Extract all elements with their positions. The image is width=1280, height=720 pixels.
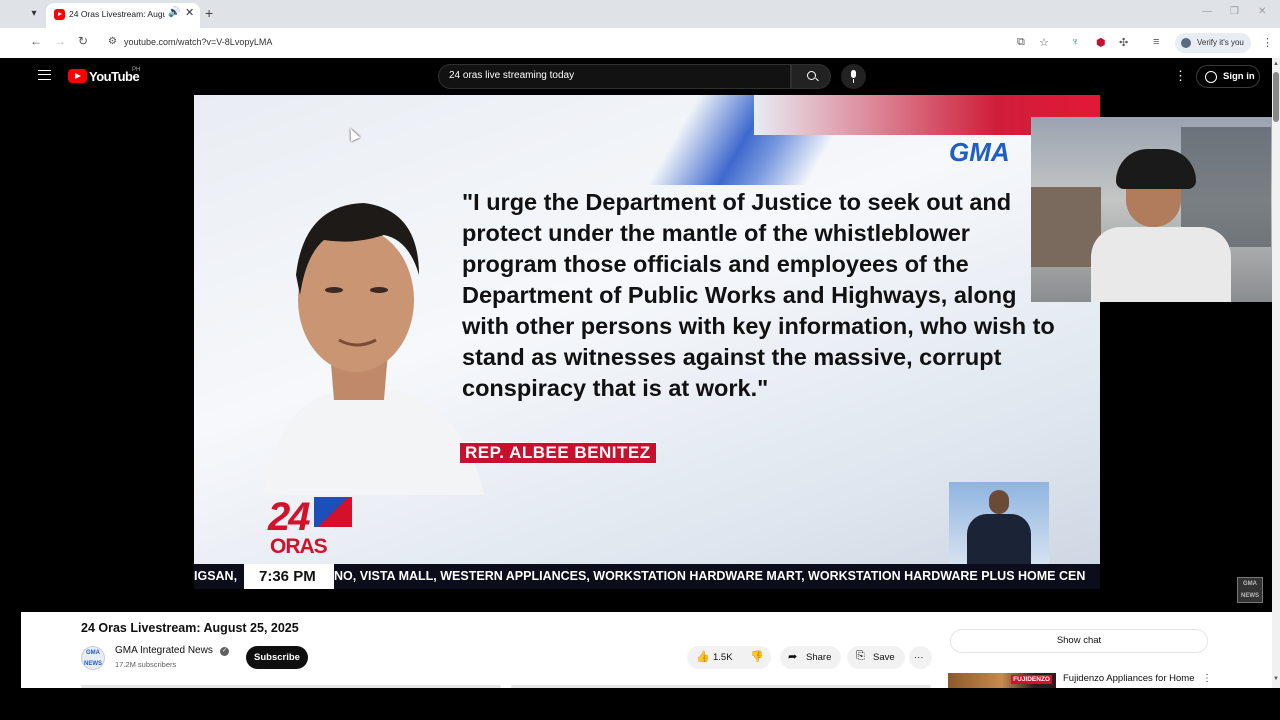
- logo-word: ORAS: [270, 535, 328, 558]
- youtube-favicon-icon: [54, 9, 65, 20]
- save-label: Save: [873, 652, 895, 663]
- news-ticker: IGSAN, 7:36 PM NO, VISTA MALL, WESTERN A…: [194, 564, 1100, 589]
- ticker-time-box: 7:36 PM: [244, 564, 334, 589]
- channel-avatar[interactable]: GMA NEWS: [81, 646, 105, 670]
- extension-icon[interactable]: ♆: [1071, 36, 1079, 48]
- search-button[interactable]: [791, 64, 831, 89]
- more-actions-button[interactable]: ···: [909, 646, 932, 669]
- share-icon: ➦: [788, 651, 798, 663]
- video-details: 24 Oras Livestream: August 25, 2025 GMA …: [21, 612, 1272, 688]
- scroll-down-icon[interactable]: ▼: [1273, 676, 1279, 682]
- channel-name[interactable]: GMA Integrated News: [115, 645, 213, 656]
- webcam-overlay: [1031, 117, 1280, 302]
- extensions-puzzle-icon[interactable]: ✣: [1119, 36, 1128, 49]
- video-title: 24 Oras Livestream: August 25, 2025: [81, 621, 299, 635]
- show-chat-button[interactable]: Show chat: [950, 629, 1208, 653]
- url-text: youtube.com/watch?v=V-8LvopyLMA: [124, 37, 273, 47]
- like-count: 1.5K: [713, 652, 733, 663]
- youtube-header: YouTube PH ⋮ Sign in: [21, 58, 1272, 95]
- site-info-icon[interactable]: ⚙: [108, 36, 117, 47]
- speaker-name-bar: REP. ALBEE BENITEZ: [459, 442, 657, 464]
- media-controls-icon[interactable]: ≡: [1153, 36, 1159, 48]
- install-app-icon[interactable]: ⧉: [1017, 36, 1025, 49]
- share-label: Share: [806, 652, 832, 663]
- window-close-button[interactable]: ✕: [1258, 6, 1266, 17]
- bookmark-icon: ⎘: [856, 650, 865, 662]
- address-bar[interactable]: ⚙ youtube.com/watch?v=V-8LvopyLMA: [100, 31, 1150, 55]
- region-code: PH: [132, 67, 141, 73]
- verified-check-icon: ✓: [220, 647, 229, 656]
- logo-flag-shape: [314, 497, 352, 527]
- forward-icon[interactable]: →: [54, 34, 66, 48]
- tab-close-icon[interactable]: ✕: [185, 6, 194, 19]
- search-input[interactable]: [449, 70, 779, 81]
- search-box[interactable]: [438, 64, 791, 89]
- recommendation-thumbnail[interactable]: FUJIDENZO: [948, 673, 1056, 688]
- bookmark-star-icon[interactable]: ☆: [1039, 36, 1049, 49]
- profile-verify-label: Verify it's you: [1197, 38, 1244, 47]
- sign-language-interpreter: [949, 482, 1049, 567]
- interpreter-body: [967, 514, 1031, 567]
- browser-toolbar: ← → ↻ ⚙ youtube.com/watch?v=V-8LvopyLMA …: [0, 28, 1280, 58]
- page-scrollbar[interactable]: ▲ ▼: [1272, 58, 1280, 688]
- profile-verify-button[interactable]: Verify it's you: [1175, 33, 1251, 53]
- thumbs-down-icon[interactable]: 👎: [750, 650, 764, 663]
- 24-oras-logo: 24 ORAS: [268, 495, 358, 567]
- video-frame[interactable]: GMA "I urge the Department of Justice to…: [194, 95, 1100, 612]
- scroll-up-icon[interactable]: ▲: [1273, 61, 1279, 67]
- account-icon: [1205, 71, 1217, 83]
- subscriber-count: 17.2M subscribers: [115, 660, 177, 669]
- ticker-left-text: IGSAN,: [194, 569, 238, 583]
- recommendation-badge: FUJIDENZO: [1011, 675, 1052, 684]
- share-button[interactable]: ➦ Share: [780, 646, 841, 669]
- speaker-icon[interactable]: 🔊: [168, 7, 180, 18]
- search-icon: [807, 71, 816, 80]
- window-minimize-button[interactable]: —: [1202, 6, 1212, 17]
- speaker-name: REP. ALBEE BENITEZ: [465, 443, 651, 462]
- window-maximize-button[interactable]: ❐: [1230, 6, 1239, 17]
- gma-network-logo: GMA: [949, 137, 1010, 167]
- settings-more-icon[interactable]: ⋮: [1174, 68, 1187, 84]
- ticker-right-text: NO, VISTA MALL, WESTERN APPLIANCES, WORK…: [334, 569, 1086, 583]
- interpreter-head: [989, 490, 1009, 514]
- like-button[interactable]: 👍 1.5K 👎: [687, 646, 771, 669]
- save-button[interactable]: ⎘ Save: [847, 646, 905, 669]
- youtube-logo-icon[interactable]: [68, 69, 87, 83]
- profile-avatar-icon: [1181, 38, 1191, 48]
- subscribe-button[interactable]: Subscribe: [246, 646, 308, 669]
- thumbs-up-icon: 👍: [696, 651, 710, 663]
- reload-icon[interactable]: ↻: [78, 34, 88, 48]
- voice-search-mic-icon[interactable]: [841, 64, 866, 89]
- ticker-time: 7:36 PM: [259, 568, 316, 585]
- more-actions-icon: ···: [914, 652, 924, 663]
- video-bottom-bar: [194, 589, 1100, 612]
- browser-tab[interactable]: 24 Oras Livestream: August 🔊 ✕: [46, 3, 200, 28]
- tab-title: 24 Oras Livestream: August: [69, 9, 165, 19]
- browser-menu-icon[interactable]: ⋮: [1262, 36, 1273, 49]
- streamer-shirt: [1091, 227, 1231, 302]
- sign-in-button[interactable]: Sign in: [1196, 65, 1260, 88]
- speaker-photo: [264, 203, 484, 495]
- scrollbar-thumb[interactable]: [1273, 72, 1279, 122]
- shield-extension-icon[interactable]: ⬢: [1096, 36, 1106, 49]
- menu-hamburger-icon[interactable]: [38, 70, 51, 80]
- taskbar-area: [0, 688, 1280, 720]
- browser-tab-strip: ▾ 24 Oras Livestream: August 🔊 ✕ + — ❐ ✕: [0, 0, 1280, 28]
- recommendation-title[interactable]: Fujidenzo Appliances for Home: [1063, 673, 1195, 684]
- gma-news-watermark: GMA NEWS: [1237, 577, 1263, 603]
- quote-text: "I urge the Department of Justice to see…: [462, 189, 1055, 401]
- tab-search-button[interactable]: ▾: [26, 6, 42, 22]
- recommendation-more-icon[interactable]: ⋮: [1202, 673, 1212, 684]
- new-tab-button[interactable]: +: [205, 5, 213, 21]
- back-icon[interactable]: ←: [30, 34, 42, 48]
- sign-in-label: Sign in: [1223, 71, 1255, 82]
- logo-number: 24: [268, 495, 310, 539]
